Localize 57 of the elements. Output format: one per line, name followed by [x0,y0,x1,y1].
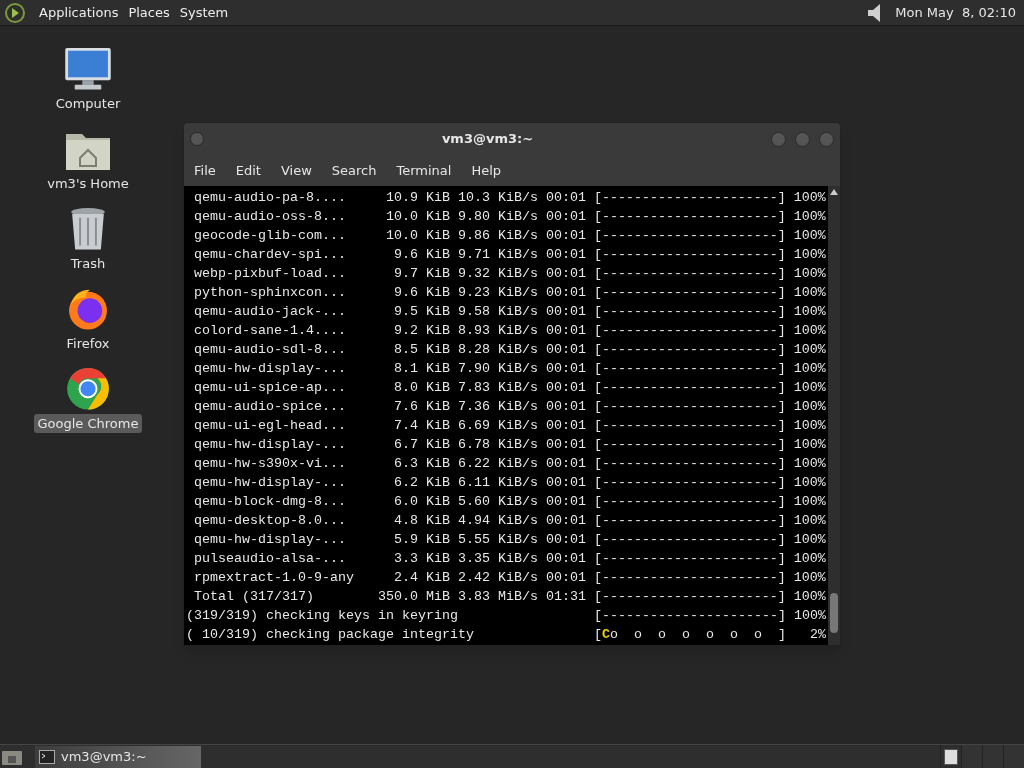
panel-menu[interactable]: Applications [34,2,124,23]
scroll-up-icon[interactable] [830,189,838,195]
terminal-line: pulseaudio-alsa-... 3.3 KiB 3.35 KiB/s 00:01 [----------------------] 100% [193,550,827,568]
desktop-icon-label[interactable]: Google Chrome [33,413,143,433]
desktop-icon-label[interactable]: Firefox [62,333,114,353]
terminal-line: qemu-ui-spice-ap... 8.0 KiB 7.83 KiB/s 00:01 [----------------------] 100% [193,379,827,397]
terminal-line: qemu-hw-display-... 5.9 KiB 5.55 KiB/s 00:01 [----------------------] 100% [193,531,827,549]
clock[interactable]: Mon May 8, 02:10 [895,2,1016,23]
menu-item[interactable]: Search [324,160,384,181]
terminal-line: qemu-audio-spice... 7.6 KiB 7.36 KiB/s 00:01 [----------------------] 100% [193,398,827,416]
window-menu-button[interactable] [190,132,204,146]
chrome-icon [64,366,112,412]
monitor-icon [62,46,114,92]
terminal-line: qemu-audio-jack-... 9.5 KiB 9.58 KiB/s 00:01 [----------------------] 100% [193,303,827,321]
terminal-line: (319/319) checking keys in keyring [----------------------] 100% [186,607,827,625]
panel-menu[interactable]: Places [123,2,175,23]
terminal-line: qemu-hw-s390x-vi... 6.3 KiB 6.22 KiB/s 00:01 [----------------------] 100% [193,455,827,473]
panel-menu[interactable]: System [174,2,234,23]
terminal-line: qemu-block-dmg-8... 6.0 KiB 5.60 KiB/s 00:01 [----------------------] 100% [193,493,827,511]
desktop-icon-label[interactable]: Trash [66,253,110,273]
desktop-icon-label[interactable]: vm3's Home [43,173,133,193]
terminal-line: geocode-glib-com... 10.0 KiB 9.86 KiB/s 00:01 [----------------------] 100% [193,227,827,245]
trash-icon [68,206,108,252]
workspace-switcher-cell[interactable] [982,745,1003,768]
terminal-line: colord-sane-1.4.... 9.2 KiB 8.93 KiB/s 00:01 [----------------------] 100% [193,322,827,340]
scrollbar-thumb[interactable] [830,593,838,633]
menu-item[interactable]: Edit [228,160,268,181]
terminal-line: Total (317/317) 350.0 MiB 3.83 MiB/s 01:31 [----------------------] 100% [193,588,827,606]
logo-icon[interactable] [4,1,26,24]
workspace-switcher-cell[interactable] [1003,745,1024,768]
terminal-line: rpmextract-1.0-9-any 2.4 KiB 2.42 KiB/s 00:01 [----------------------] 100% [193,569,827,587]
menu-item[interactable]: Terminal [389,160,459,181]
workspace-switcher-cell[interactable] [961,745,982,768]
terminal-line: qemu-desktop-8.0... 4.8 KiB 4.94 KiB/s 00:01 [----------------------] 100% [193,512,827,530]
terminal-line: qemu-hw-display-... 6.7 KiB 6.78 KiB/s 00:01 [----------------------] 100% [193,436,827,454]
terminal-line: qemu-audio-oss-8... 10.0 KiB 9.80 KiB/s 00:01 [----------------------] 100% [193,208,827,226]
terminal-line: qemu-audio-pa-8.... 10.9 KiB 10.3 KiB/s 00:01 [----------------------] 100% [193,189,827,207]
taskbar-button[interactable]: vm3@vm3:~ [35,745,201,768]
terminal-line: qemu-ui-egl-head... 7.4 KiB 6.69 KiB/s 00:01 [----------------------] 100% [193,417,827,435]
terminal-line: qemu-audio-sdl-8... 8.5 KiB 8.28 KiB/s 00:01 [----------------------] 100% [193,341,827,359]
menu-item[interactable]: View [273,160,319,181]
menu-item[interactable]: Help [464,160,509,181]
terminal-line: python-sphinxcon... 9.6 KiB 9.23 KiB/s 00:01 [----------------------] 100% [193,284,827,302]
window-title: vm3@vm3:~ [440,130,535,149]
maximize-button[interactable] [795,131,810,147]
minimize-button[interactable] [771,131,786,147]
menu-item[interactable]: File [187,160,223,181]
desktop-icon-label[interactable]: Computer [51,93,125,113]
terminal-line: qemu-chardev-spi... 9.6 KiB 9.71 KiB/s 00:01 [----------------------] 100% [193,246,827,264]
terminal-line: webp-pixbuf-load... 9.7 KiB 9.32 KiB/s 00:01 [----------------------] 100% [193,265,827,283]
terminal-line: qemu-hw-display-... 6.2 KiB 6.11 KiB/s 00:01 [----------------------] 100% [193,474,827,492]
terminal-line: qemu-hw-display-... 8.1 KiB 7.90 KiB/s 00:01 [----------------------] 100% [193,360,827,378]
terminal-line: ( 10/319) checking package integrity [Co o o o o o o ] 2% [186,626,827,644]
close-button[interactable] [819,131,834,147]
workspace-switcher-cell[interactable] [940,745,961,768]
scrollbar[interactable] [828,186,840,645]
terminal-icon [39,749,55,764]
